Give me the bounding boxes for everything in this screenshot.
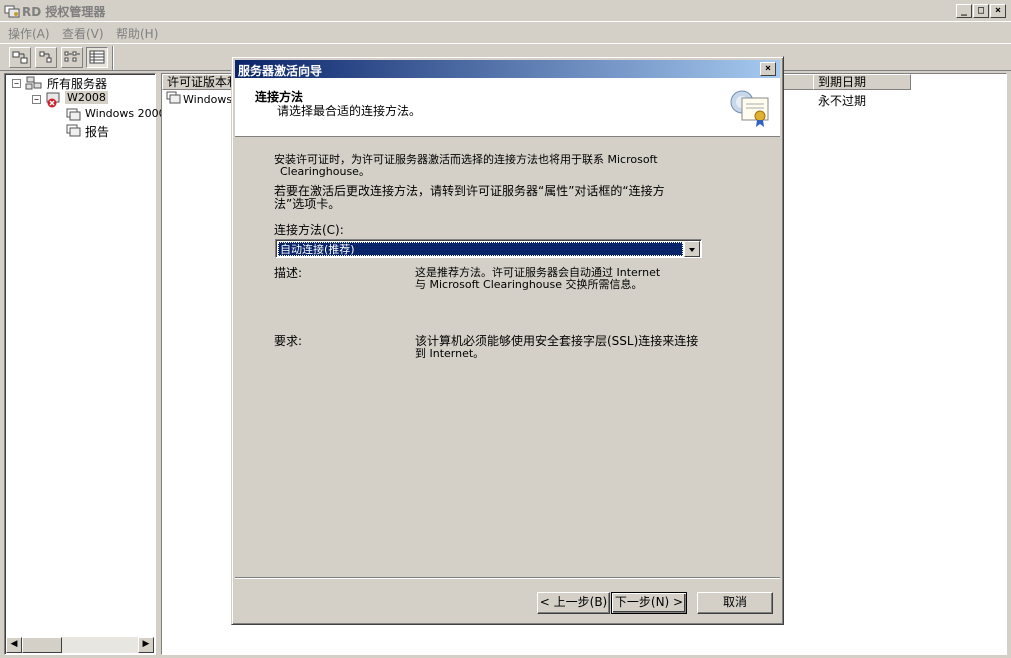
large-icons-view-button[interactable] [9, 47, 31, 68]
tree-item-server[interactable]: W2008 [65, 91, 108, 104]
requirement-line-1: 该计算机必须能够使用安全套接字层(SSL)连接来连接 [415, 334, 699, 348]
list-cell-version[interactable]: Windows [183, 93, 232, 106]
tree-item-all-servers[interactable]: 所有服务器 [47, 75, 107, 92]
server-error-icon [46, 92, 60, 108]
requirement-line-2: 到 Internet。 [415, 347, 485, 360]
info-line-4: 法”选项卡。 [274, 197, 341, 211]
list-cell-expiry: 永不过期 [818, 94, 867, 108]
tree-horizontal-scrollbar[interactable]: ◀ ▶ [6, 637, 154, 653]
wizard-header: 连接方法 请选择最合适的连接方法。 [235, 78, 780, 137]
maximize-button[interactable]: □ [973, 4, 989, 18]
tree-expander-server[interactable]: − [32, 95, 41, 104]
window-title: RD 授权管理器 [22, 5, 106, 19]
connection-method-label: 连接方法(C): [274, 223, 344, 237]
report-icon [66, 124, 81, 137]
dialog-title-bar: 服务器激活向导 × [235, 60, 780, 78]
details-icon [89, 50, 105, 64]
description-line-2: 与 Microsoft Clearinghouse 交换所需信息。 [415, 278, 643, 291]
large-icons-icon [12, 51, 28, 64]
details-view-button[interactable] [86, 47, 108, 68]
back-button[interactable]: < 上一步(B) [537, 592, 610, 614]
chevron-down-icon[interactable] [684, 241, 700, 257]
small-icons-view-button[interactable] [35, 47, 57, 68]
toolbar-separator [112, 46, 114, 70]
menu-help[interactable]: 帮助(H) [116, 25, 158, 42]
license-icon [66, 108, 81, 121]
dialog-close-button[interactable]: × [760, 62, 776, 76]
main-title-bar: RD 授权管理器 _ □ × [0, 0, 1011, 22]
info-line-3: 若要在激活后更改连接方法，请转到许可证服务器“属性”对话框的“连接方 [274, 184, 665, 198]
small-icons-icon [39, 51, 52, 63]
dialog-separator [235, 577, 780, 579]
list-view-button[interactable] [61, 47, 83, 68]
close-button[interactable]: × [990, 4, 1006, 18]
wizard-step-subtitle: 请选择最合适的连接方法。 [277, 104, 422, 118]
server-group-icon [25, 76, 42, 90]
connection-method-select[interactable]: 自动连接(推荐) [275, 239, 702, 258]
server-activation-wizard: 服务器激活向导 × 连接方法 请选择最合适的连接方法。 安装许可证时，为许可证服… [231, 56, 784, 625]
dialog-title: 服务器激活向导 [238, 64, 323, 78]
info-line-2: Clearinghouse。 [280, 165, 370, 178]
scroll-thumb[interactable] [22, 637, 62, 653]
license-manager-icon [4, 5, 20, 18]
description-label: 描述: [274, 266, 303, 280]
tree-pane: − 所有服务器 − W2008 Windows 2000 报告 ◀ ▶ [4, 73, 166, 655]
tree-item-report[interactable]: 报告 [85, 123, 109, 140]
menu-action[interactable]: 操作(A) [8, 25, 50, 42]
tree-expander-root[interactable]: − [12, 79, 21, 88]
scroll-left-button[interactable]: ◀ [6, 637, 22, 653]
menu-view[interactable]: 查看(V) [62, 25, 104, 42]
scroll-right-button[interactable]: ▶ [138, 637, 154, 653]
requirement-label: 要求: [274, 334, 303, 348]
list-icon [64, 51, 80, 62]
license-row-icon [166, 91, 181, 104]
certificate-icon [730, 90, 769, 127]
cancel-button[interactable]: 取消 [697, 592, 773, 614]
menu-bar: 操作(A) 查看(V) 帮助(H) [0, 22, 1011, 42]
tree-item-windows-2000[interactable]: Windows 2000 [85, 107, 166, 120]
column-header-expiry[interactable]: 到期日期 [813, 74, 911, 90]
connection-method-value[interactable]: 自动连接(推荐) [278, 242, 683, 256]
minimize-button[interactable]: _ [956, 4, 972, 18]
next-button[interactable]: 下一步(N) > [611, 592, 687, 614]
